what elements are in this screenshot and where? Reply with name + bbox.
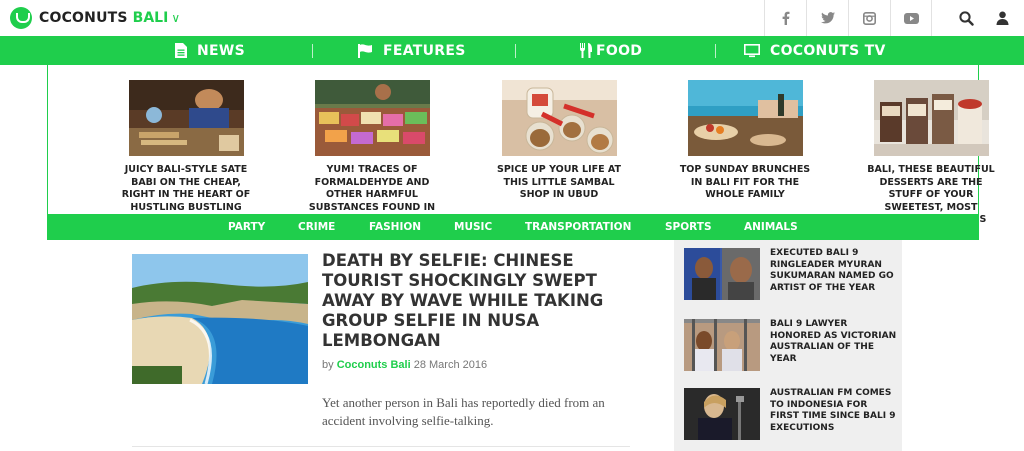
article-image[interactable]: [132, 254, 308, 384]
article-excerpt: Yet another person in Bali has reportedl…: [322, 395, 605, 428]
sidebar-thumbnail[interactable]: [684, 388, 760, 440]
social-links: [764, 0, 932, 36]
dropdown-story[interactable]: YUM! TRACES OF FORMALDEHYDE AND OTHER HA…: [302, 80, 442, 214]
sidebar-story-title[interactable]: BALI 9 LAWYER HONORED AS VICTORIAN AUSTR…: [770, 319, 898, 365]
region-name[interactable]: BALI: [133, 10, 169, 26]
category-animals[interactable]: ANIMALS: [744, 215, 798, 240]
nav-divider: [715, 44, 716, 58]
article-author[interactable]: Coconuts Bali: [337, 359, 411, 371]
cutlery-icon: [580, 43, 592, 58]
story-thumbnail[interactable]: [501, 80, 617, 156]
nav-news-label: NEWS: [197, 42, 246, 59]
story-title[interactable]: YUM! TRACES OF FORMALDEHYDE AND OTHER HA…: [302, 164, 442, 214]
category-party[interactable]: PARTY: [228, 215, 265, 240]
monitor-icon: [744, 43, 760, 57]
sidebar-thumbnail[interactable]: [684, 248, 760, 300]
article-headline[interactable]: DEATH BY SELFIE: CHINESE TOURIST SHOCKIN…: [322, 251, 622, 351]
search-icon[interactable]: [948, 0, 984, 36]
youtube-icon[interactable]: [890, 0, 932, 36]
facebook-icon[interactable]: [764, 0, 806, 36]
sidebar-story[interactable]: BALI 9 LAWYER HONORED AS VICTORIAN AUSTR…: [684, 319, 896, 375]
story-thumbnail[interactable]: [873, 80, 989, 156]
twitter-icon[interactable]: [806, 0, 848, 36]
category-sports[interactable]: SPORTS: [665, 215, 712, 240]
nav-features[interactable]: FEATURES: [358, 36, 466, 65]
nav-features-label: FEATURES: [383, 42, 466, 59]
dropdown-story[interactable]: SPICE UP YOUR LIFE AT THIS LITTLE SAMBAL…: [489, 80, 629, 202]
byline-prefix: by: [322, 359, 334, 371]
story-thumbnail[interactable]: [687, 80, 803, 156]
nav-divider: [515, 44, 516, 58]
related-sidebar: EXECUTED BALI 9 RINGLEADER MYURAN SUKUMA…: [674, 240, 902, 451]
site-logo[interactable]: COCONUTS BALI ∨: [10, 7, 180, 29]
dropdown-story[interactable]: TOP SUNDAY BRUNCHES IN BALI FIT FOR THE …: [675, 80, 815, 202]
story-title[interactable]: TOP SUNDAY BRUNCHES IN BALI FIT FOR THE …: [675, 164, 815, 202]
category-transportation[interactable]: TRANSPORTATION: [525, 215, 631, 240]
instagram-icon[interactable]: [848, 0, 890, 36]
category-bar: PARTY CRIME FASHION MUSIC TRANSPORTATION…: [47, 215, 979, 240]
main-nav: NEWS FEATURES FOOD COCONUTS TV: [0, 36, 1024, 65]
category-music[interactable]: MUSIC: [454, 215, 492, 240]
article-date: 28 March 2016: [413, 359, 488, 371]
article-byline: by Coconuts Bali 28 March 2016: [322, 359, 487, 371]
nav-coconuts-tv[interactable]: COCONUTS TV: [744, 36, 886, 65]
nav-divider: [312, 44, 313, 58]
nav-news[interactable]: NEWS: [175, 36, 245, 65]
flag-icon: [358, 43, 372, 58]
story-title[interactable]: SPICE UP YOUR LIFE AT THIS LITTLE SAMBAL…: [489, 164, 629, 202]
document-icon: [175, 43, 187, 58]
region-chevron-icon[interactable]: ∨: [171, 11, 180, 25]
sidebar-story[interactable]: EXECUTED BALI 9 RINGLEADER MYURAN SUKUMA…: [684, 248, 896, 304]
logo-text: COCONUTS: [39, 10, 128, 26]
nav-coconuts-tv-label: COCONUTS TV: [770, 42, 886, 59]
story-thumbnail[interactable]: [128, 80, 244, 156]
sidebar-thumbnail[interactable]: [684, 319, 760, 371]
dropdown-story[interactable]: JUICY BALI-STYLE SATE BABI ON THE CHEAP,…: [116, 80, 256, 227]
sidebar-story[interactable]: AUSTRALIAN FM COMES TO INDONESIA FOR FIR…: [684, 388, 896, 444]
user-icon[interactable]: [984, 0, 1020, 36]
coconut-logo-icon: [10, 7, 32, 29]
article-divider: [132, 446, 630, 447]
category-fashion[interactable]: FASHION: [369, 215, 421, 240]
site-header: COCONUTS BALI ∨: [0, 0, 1024, 36]
sidebar-story-title[interactable]: EXECUTED BALI 9 RINGLEADER MYURAN SUKUMA…: [770, 248, 898, 294]
category-crime[interactable]: CRIME: [298, 215, 335, 240]
nav-food[interactable]: FOOD: [580, 36, 642, 65]
story-thumbnail[interactable]: [314, 80, 430, 156]
sidebar-story-title[interactable]: AUSTRALIAN FM COMES TO INDONESIA FOR FIR…: [770, 388, 898, 434]
dropdown-story[interactable]: BALI, THESE BEAUTIFUL DESSERTS ARE THE S…: [861, 80, 1001, 227]
features-dropdown: JUICY BALI-STYLE SATE BABI ON THE CHEAP,…: [47, 65, 995, 225]
nav-food-label: FOOD: [596, 42, 643, 59]
